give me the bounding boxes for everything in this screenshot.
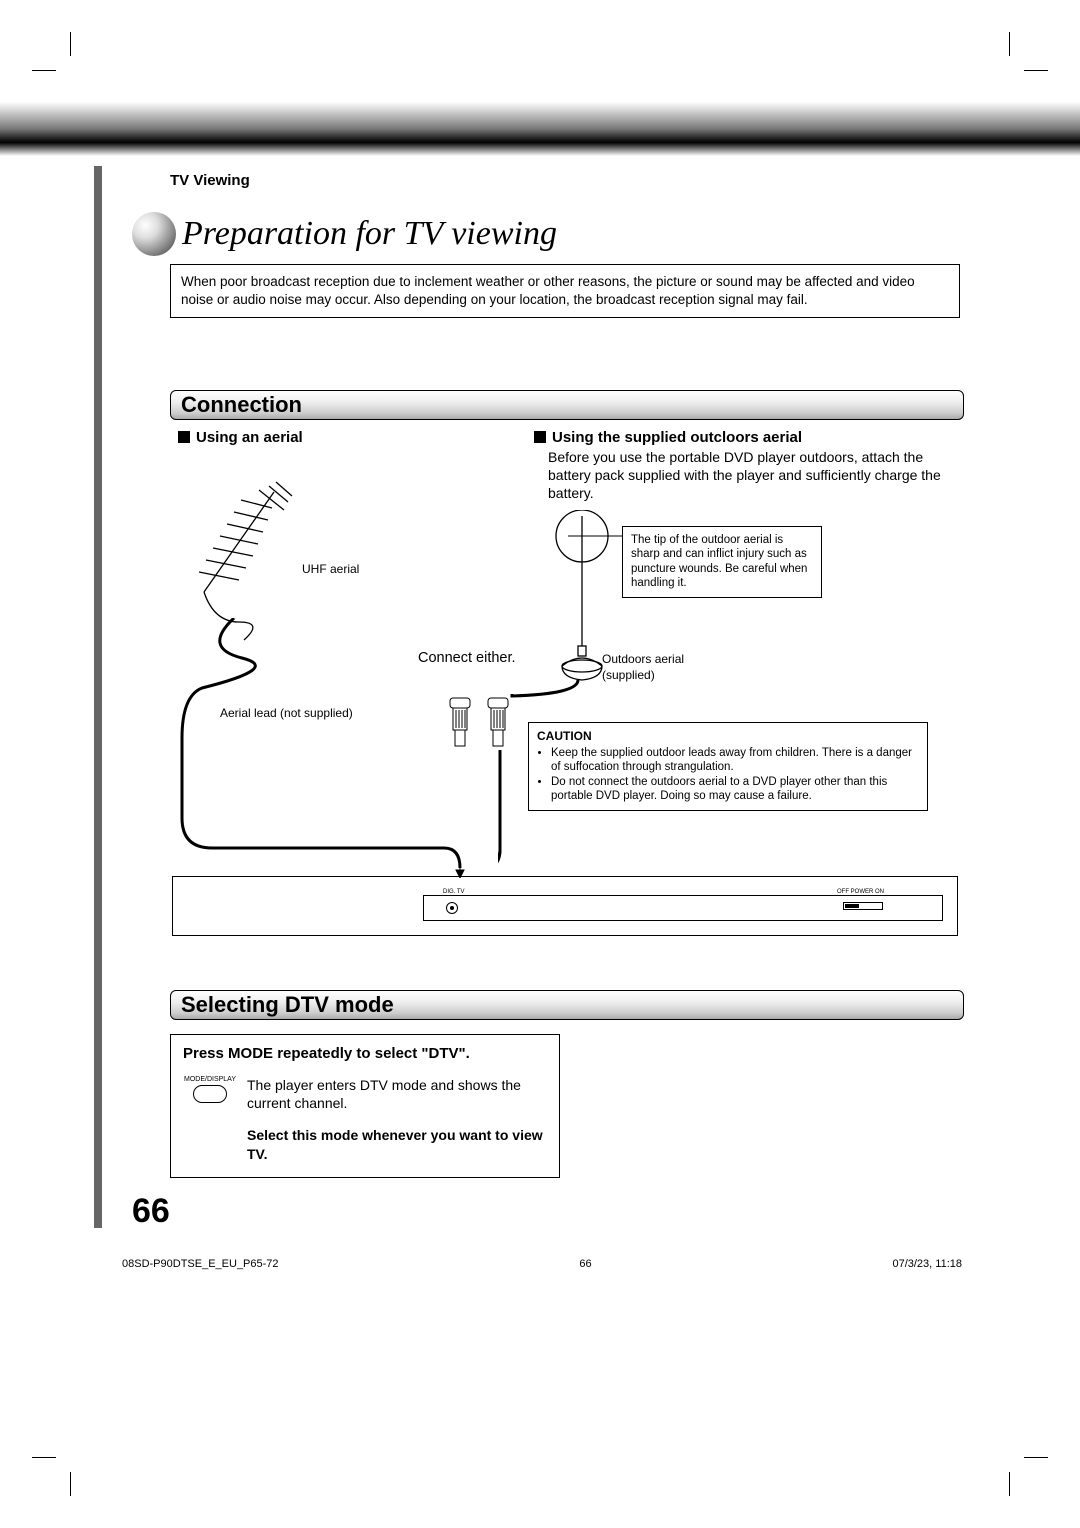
dtv-mode-box: Press MODE repeatedly to select "DTV". M… xyxy=(170,1034,560,1178)
section-heading-connection: Connection xyxy=(170,390,964,420)
antenna-jack-icon xyxy=(446,902,458,914)
crop-mark xyxy=(1024,70,1048,71)
sphere-icon xyxy=(132,212,176,256)
uhf-antenna-icon xyxy=(184,472,304,642)
outdoor-aerial-label: Outdoors aerial (supplied) xyxy=(602,652,684,683)
crop-mark xyxy=(1009,32,1010,56)
caution-box: CAUTION Keep the supplied outdoor leads … xyxy=(528,722,928,811)
intro-notice: When poor broadcast reception due to inc… xyxy=(170,264,960,318)
caution-item: Do not connect the outdoors aerial to a … xyxy=(551,775,919,804)
crop-mark xyxy=(70,1472,71,1496)
caution-title: CAUTION xyxy=(537,729,919,744)
connect-either-label: Connect either. xyxy=(418,650,516,666)
page-title: Preparation for TV viewing xyxy=(182,215,557,253)
device-diagram: DIG. TV OFF POWER ON xyxy=(172,876,958,936)
caution-item: Keep the supplied outdoor leads away fro… xyxy=(551,746,919,775)
outdoor-description: Before you use the portable DVD player o… xyxy=(548,448,948,503)
page-title-row: Preparation for TV viewing xyxy=(132,212,557,256)
tip-caution-box: The tip of the outdoor aerial is sharp a… xyxy=(622,526,822,598)
power-switch-icon xyxy=(843,902,883,910)
jack-label: DIG. TV xyxy=(443,889,465,895)
footer-timestamp: 07/3/23, 11:18 xyxy=(892,1258,962,1270)
mode-button-icon: MODE/DISPLAY xyxy=(183,1076,237,1163)
subheading-using-aerial: Using an aerial xyxy=(178,429,303,446)
square-bullet-icon xyxy=(178,431,190,443)
section-label: TV Viewing xyxy=(170,172,250,189)
page-number: 66 xyxy=(132,1192,170,1231)
subheading-outdoor-aerial: Using the supplied outcloors aerial xyxy=(534,429,802,446)
header-gradient-bar xyxy=(0,102,1080,156)
aerial-lead-label: Aerial lead (not supplied) xyxy=(220,706,353,720)
footer-page: 66 xyxy=(579,1258,591,1270)
footer-doc-id: 08SD-P90DTSE_E_EU_P65-72 xyxy=(122,1258,279,1270)
section-heading-dtv: Selecting DTV mode xyxy=(170,990,964,1020)
square-bullet-icon xyxy=(534,431,546,443)
crop-mark xyxy=(1009,1472,1010,1496)
crop-mark xyxy=(1024,1457,1048,1458)
uhf-aerial-label: UHF aerial xyxy=(302,562,359,576)
dtv-instruction-title: Press MODE repeatedly to select "DTV". xyxy=(183,1045,547,1062)
dtv-emphasis: Select this mode whenever you want to vi… xyxy=(247,1126,547,1162)
side-accent-bar xyxy=(94,166,102,1228)
crop-mark xyxy=(32,70,56,71)
crop-mark xyxy=(32,1457,56,1458)
crop-mark xyxy=(70,32,71,56)
power-label: OFF POWER ON xyxy=(837,889,884,895)
footer: 08SD-P90DTSE_E_EU_P65-72 66 07/3/23, 11:… xyxy=(122,1258,962,1270)
dtv-description: The player enters DTV mode and shows the… xyxy=(247,1076,547,1112)
callout-line xyxy=(568,530,628,542)
